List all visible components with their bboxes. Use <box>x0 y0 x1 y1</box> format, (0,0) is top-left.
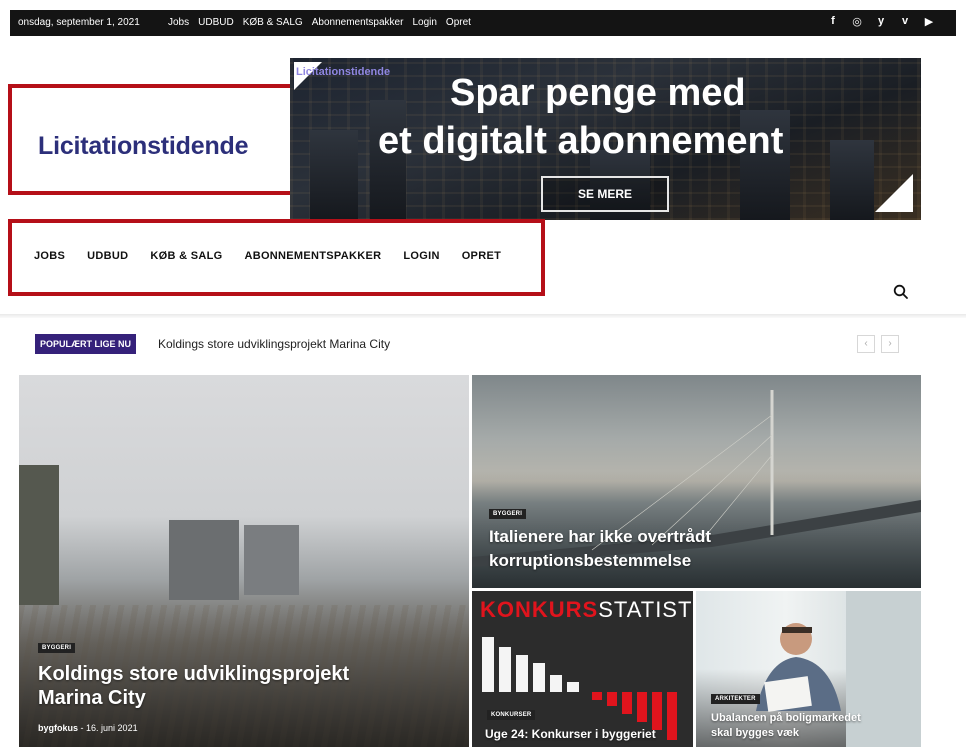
graphic-white-text: STATISTIK <box>598 597 693 622</box>
graphic-bar <box>607 692 617 706</box>
article-title[interactable]: Uge 24: Konkurser i byggeriet <box>485 727 656 741</box>
article-title[interactable]: Marina City <box>38 687 146 710</box>
graphic-bar <box>499 647 511 692</box>
social-links: f ◎ y v ▶ <box>826 15 936 28</box>
instagram-icon[interactable]: ◎ <box>850 15 864 28</box>
top-links: Jobs UDBUD KØB & SALG Abonnementspakker … <box>168 17 471 28</box>
vimeo-icon[interactable]: v <box>898 15 912 28</box>
site-logo[interactable]: Licitationstidende <box>38 132 249 161</box>
nav-item-opret[interactable]: OPRET <box>462 250 501 262</box>
prev-arrow-icon[interactable]: ‹ <box>857 335 875 353</box>
nav-item-udbud[interactable]: UDBUD <box>87 250 128 262</box>
graphic-red-text: KONKURS <box>480 597 599 622</box>
article-date: 16. juni 2021 <box>86 723 138 733</box>
banner-headline: et digitalt abonnement <box>378 120 784 162</box>
banner-building <box>830 140 874 220</box>
article-tile-konkurs[interactable]: KONKURSSTATISTIK KONKURSER Uge 24: Konku… <box>472 591 693 747</box>
featured-article[interactable]: BYGGERI Koldings store udviklingsprojekt… <box>19 375 469 747</box>
logo-highlight-box: Licitationstidende <box>8 84 298 195</box>
konkurs-graphic-title: KONKURSSTATISTIK <box>480 597 693 623</box>
article-title[interactable]: Italienere har ikke overtrådt <box>489 527 711 547</box>
popular-headline[interactable]: Koldings store udviklingsprojekt Marina … <box>158 337 390 351</box>
top-link-udbud[interactable]: UDBUD <box>198 17 234 28</box>
graphic-bar <box>533 663 545 692</box>
header-divider <box>0 314 966 318</box>
graphic-bar <box>592 692 602 700</box>
image-building <box>169 520 239 600</box>
se-mere-button[interactable]: SE MERE <box>541 176 669 212</box>
article-tile-bridge[interactable]: BYGGERI Italienere har ikke overtrådt ko… <box>472 375 921 588</box>
twitter-icon[interactable]: y <box>874 15 888 28</box>
category-badge[interactable]: BYGGERI <box>489 509 527 519</box>
banner-logo: Licitationstidende <box>296 66 391 78</box>
article-meta: bygfokus - 16. juni 2021 <box>38 723 138 733</box>
graphic-bar <box>567 682 579 692</box>
top-link-jobs[interactable]: Jobs <box>168 17 189 28</box>
category-badge[interactable]: ARKITEKTER <box>711 694 760 704</box>
banner-building <box>310 130 358 220</box>
top-link-opret[interactable]: Opret <box>446 17 471 28</box>
main-nav-highlight-box: JOBS UDBUD KØB & SALG ABONNEMENTSPAKKER … <box>8 219 545 296</box>
banner-headline: Spar penge med <box>450 72 746 114</box>
article-title[interactable]: Ubalancen på boligmarkedet <box>711 712 861 724</box>
category-badge[interactable]: KONKURSER <box>487 710 536 720</box>
nav-item-login[interactable]: LOGIN <box>403 250 439 262</box>
current-date: onsdag, september 1, 2021 <box>18 17 140 28</box>
facebook-icon[interactable]: f <box>826 15 840 28</box>
article-title[interactable]: Koldings store udviklingsprojekt <box>38 663 349 686</box>
banner-corner-mark <box>875 174 913 212</box>
youtube-icon[interactable]: ▶ <box>922 15 936 28</box>
image-tree <box>19 465 59 605</box>
main-nav: JOBS UDBUD KØB & SALG ABONNEMENTSPAKKER … <box>34 250 501 262</box>
search-icon[interactable] <box>893 284 909 300</box>
article-author[interactable]: bygfokus <box>38 723 78 733</box>
nav-item-kob-salg[interactable]: KØB & SALG <box>150 250 222 262</box>
top-link-kob-salg[interactable]: KØB & SALG <box>243 17 303 28</box>
top-bar: onsdag, september 1, 2021 Jobs UDBUD KØB… <box>10 10 956 36</box>
nav-item-abonnementspakker[interactable]: ABONNEMENTSPAKKER <box>244 250 381 262</box>
graphic-bar <box>652 692 662 730</box>
article-title[interactable]: korruptionsbestemmelse <box>489 551 691 571</box>
article-tile-arkitekter[interactable]: ARKITEKTER Ubalancen på boligmarkedet sk… <box>696 591 921 747</box>
graphic-bar <box>637 692 647 722</box>
graphic-bar <box>622 692 632 714</box>
subscription-banner[interactable]: Licitationstidende Spar penge med et dig… <box>290 58 921 220</box>
graphic-bar <box>482 637 494 692</box>
article-title[interactable]: skal bygges væk <box>711 727 799 739</box>
graphic-bar <box>550 675 562 692</box>
next-arrow-icon[interactable]: › <box>881 335 899 353</box>
category-badge[interactable]: BYGGERI <box>38 643 76 653</box>
image-building <box>244 525 299 595</box>
graphic-bar <box>516 655 528 692</box>
nav-item-jobs[interactable]: JOBS <box>34 250 65 262</box>
graphic-bar <box>667 692 677 740</box>
top-link-login[interactable]: Login <box>412 17 436 28</box>
top-link-abonnementspakker[interactable]: Abonnementspakker <box>312 17 404 28</box>
popular-badge: POPULÆRT LIGE NU <box>35 334 137 354</box>
